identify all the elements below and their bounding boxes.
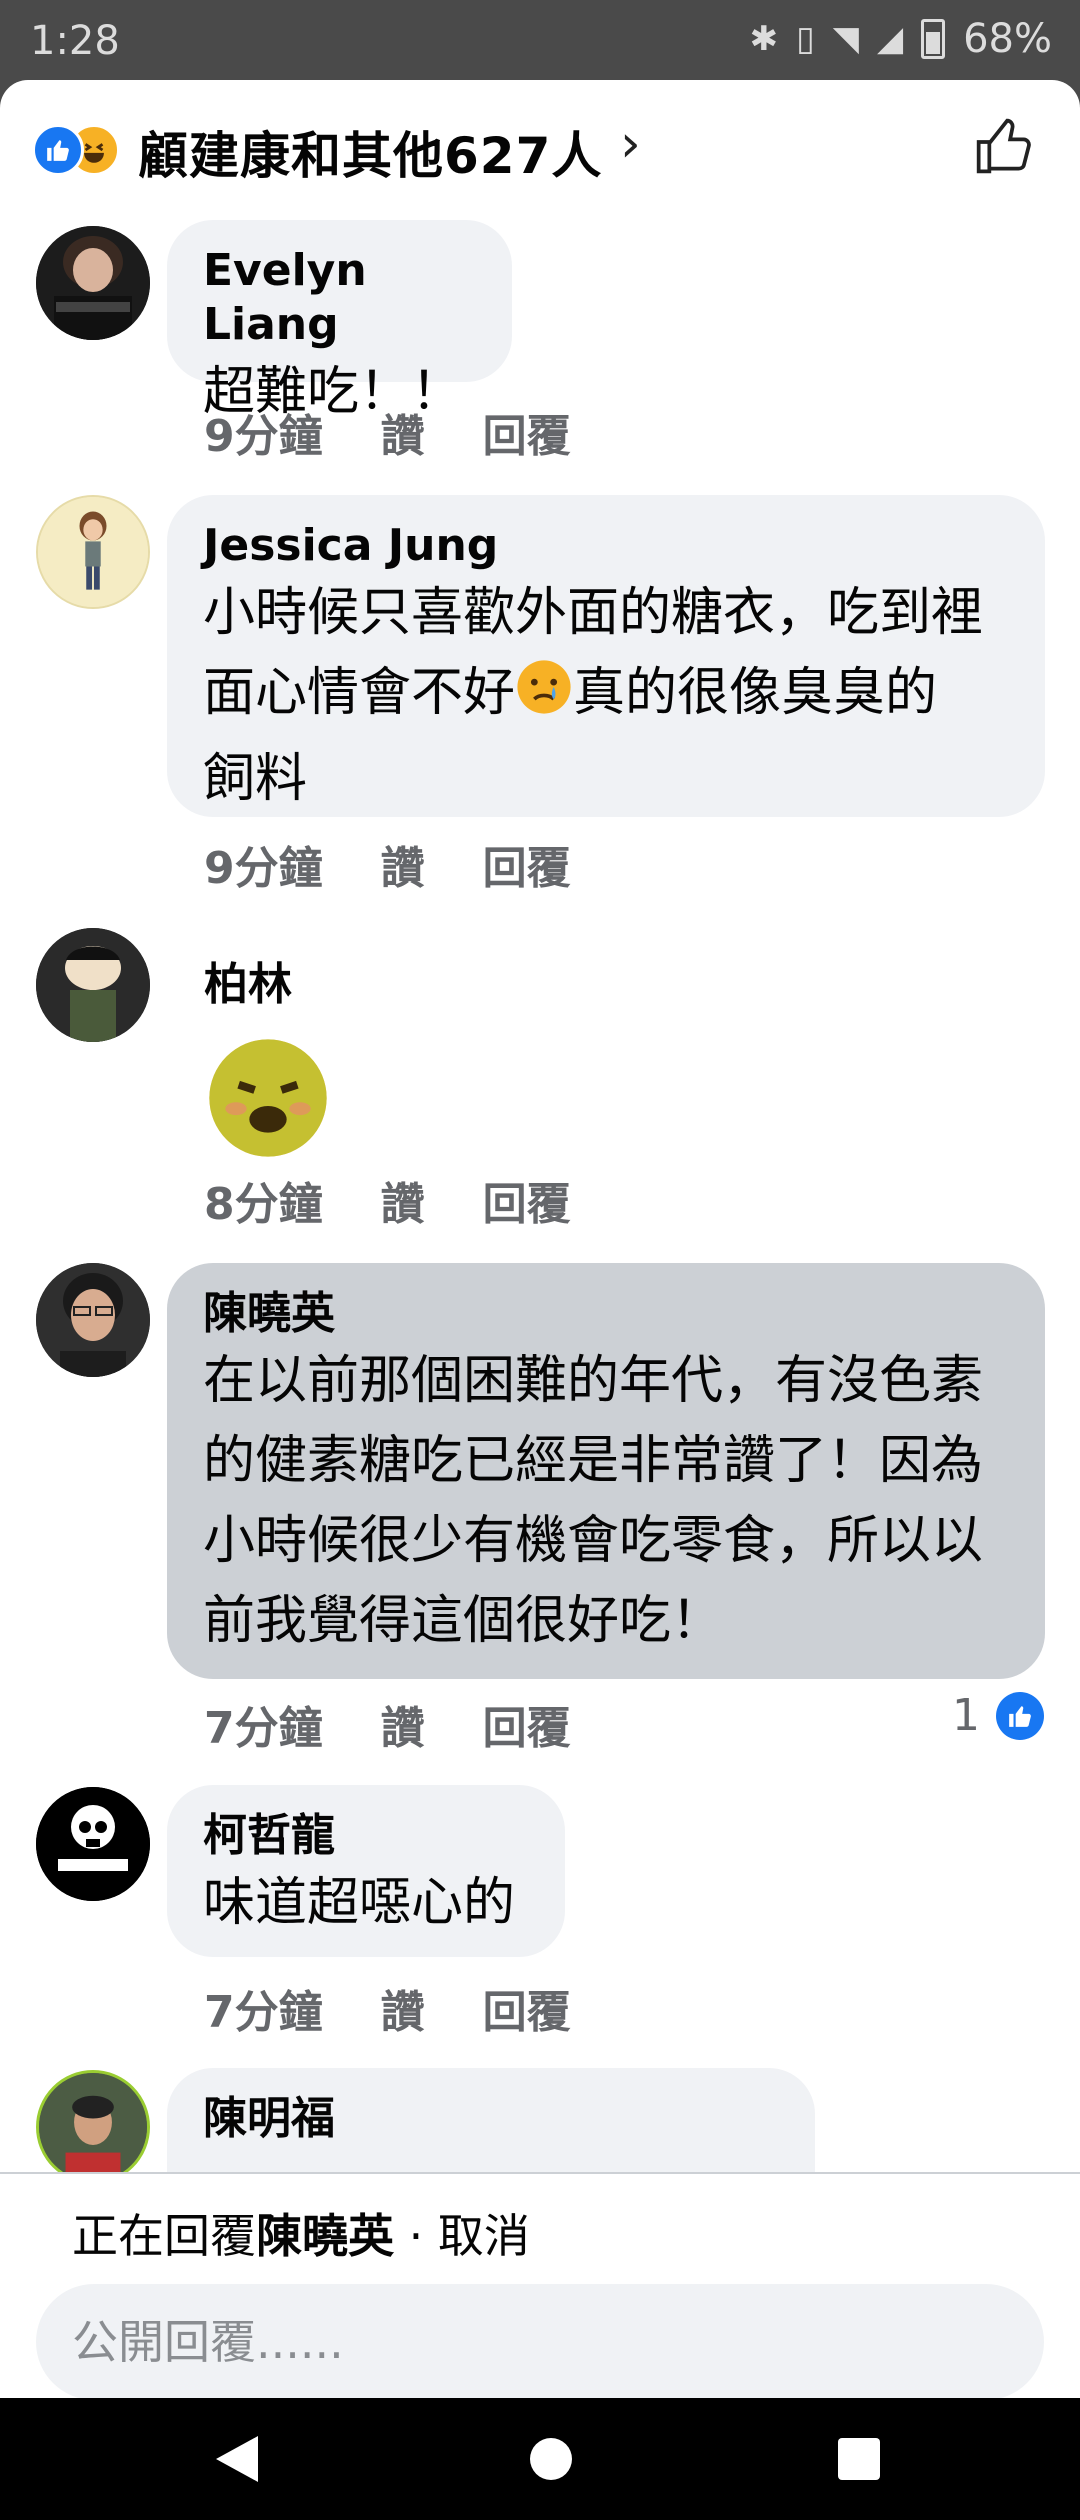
- avatar[interactable]: [36, 495, 150, 609]
- battery-icon: [921, 19, 946, 59]
- home-icon[interactable]: [530, 2438, 572, 2480]
- nauseated-face-emoji: [209, 1039, 327, 1157]
- comment-text-line: 前我覺得這個很好吃！: [203, 1591, 724, 1651]
- comment-text-fragment: 面心情會不好￼: [203, 663, 516, 723]
- comment-actions: 8分鐘 讚 回覆: [204, 1168, 571, 1232]
- comment-bubble[interactable]: 柯哲龍 味道超噁心的: [167, 1785, 565, 1957]
- like-button[interactable]: 讚: [381, 400, 425, 464]
- comment-author[interactable]: 陳曉英: [203, 1287, 1009, 1341]
- avatar[interactable]: [36, 1787, 150, 1901]
- comment-text-line: 小時候只喜歡外面的糖衣，吃到裡: [203, 583, 984, 643]
- comments-sheet: 顧建康和其他627人 › Evelyn Liang 超難吃！！ 9分鐘 讚 回覆…: [0, 80, 1080, 2398]
- comment-author[interactable]: 陳明福: [203, 2092, 779, 2146]
- comment-reaction-count[interactable]: 1: [952, 1690, 1044, 1741]
- reply-button[interactable]: 回覆: [483, 1976, 571, 2040]
- replying-name: 陳曉英: [256, 2209, 394, 2263]
- chevron-right-icon[interactable]: ›: [620, 114, 641, 174]
- avatar[interactable]: [36, 1263, 150, 1377]
- like-reaction-icon: [996, 1691, 1044, 1740]
- avatar[interactable]: [36, 928, 150, 1042]
- navigation-bar: [0, 2398, 1080, 2520]
- comment-author[interactable]: 柯哲龍: [203, 1809, 529, 1863]
- replying-prefix: 正在回覆: [72, 2209, 256, 2263]
- sad-face-emoji: [515, 658, 573, 739]
- reply-button[interactable]: 回覆: [483, 832, 571, 896]
- comment-author[interactable]: Jessica Jung: [203, 519, 1009, 573]
- comment-text: 味道超噁心的: [203, 1873, 516, 1933]
- comment-text-line: 飼料￼: [203, 749, 308, 809]
- cancel-reply-button[interactable]: 取消: [438, 2209, 530, 2263]
- comment-actions: 7分鐘 讚 回覆: [204, 1976, 571, 2040]
- comment-time: 8分鐘: [204, 1179, 323, 1230]
- reactions-summary[interactable]: 顧建康和其他627人: [138, 116, 602, 188]
- reply-button[interactable]: 回覆: [483, 1168, 571, 1232]
- reply-input[interactable]: [36, 2284, 1044, 2400]
- reply-composer: 正在回覆陳曉英 · 取消: [0, 2172, 1080, 2400]
- reactions-header[interactable]: 顧建康和其他627人 ›: [0, 80, 1080, 220]
- signal-icon: ◢: [876, 19, 904, 59]
- comment-time: 7分鐘: [204, 1987, 323, 2038]
- status-time: 1:28: [30, 18, 120, 64]
- avatar[interactable]: [36, 226, 150, 340]
- comment-bubble[interactable]: Evelyn Liang 超難吃！！: [167, 220, 512, 422]
- reaction-count: 1: [952, 1690, 980, 1741]
- comment-text-line: 面心情會不好￼ 真的很像臭臭的: [203, 653, 1009, 739]
- comment-actions: 9分鐘 讚 回覆: [204, 832, 571, 896]
- avatar[interactable]: [36, 2070, 150, 2184]
- vibrate-icon: ▯: [796, 19, 815, 59]
- like-button[interactable]: 讚: [381, 832, 425, 896]
- like-button[interactable]: 讚: [381, 1976, 425, 2040]
- separator: ·: [394, 2209, 438, 2263]
- back-icon[interactable]: [212, 2432, 262, 2486]
- thumbs-up-icon[interactable]: [972, 114, 1036, 178]
- comment-actions: 9分鐘 讚 回覆: [204, 400, 571, 464]
- like-reaction-icon: [32, 124, 84, 176]
- like-button[interactable]: 讚: [381, 1692, 425, 1756]
- comment-author[interactable]: Evelyn Liang: [203, 244, 476, 352]
- recents-icon[interactable]: [838, 2438, 880, 2480]
- comment-text-line: 的健素糖吃已經是非常讚了！因為: [203, 1431, 984, 1491]
- comment-text-line: 在以前那個困難的年代，有沒色素: [203, 1351, 984, 1411]
- comment-text-line: 小時候很少有機會吃零食，所以以: [203, 1511, 984, 1571]
- wifi-icon: ◥: [832, 19, 859, 59]
- comment-bubble[interactable]: Jessica Jung 小時候只喜歡外面的糖衣，吃到裡 面心情會不好￼ 真的很像…: [167, 495, 1045, 817]
- reply-button[interactable]: 回覆: [483, 1692, 571, 1756]
- comment-author[interactable]: 柏林: [204, 958, 292, 1012]
- bluetooth-icon: ✱: [749, 19, 779, 59]
- comment-actions: 7分鐘 讚 回覆: [204, 1692, 571, 1756]
- comment-time: 7分鐘: [204, 1703, 323, 1754]
- comment-time: 9分鐘: [204, 843, 323, 894]
- comment-bubble-selected[interactable]: 陳曉英 在以前那個困難的年代，有沒色素 的健素糖吃已經是非常讚了！因為 小時候很…: [167, 1263, 1045, 1679]
- status-bar: 1:28 ✱ ▯ ◥ ◢ 68%: [0, 0, 1080, 80]
- comment-text-fragment: 真的很像臭臭的: [573, 663, 938, 723]
- replying-to: 正在回覆陳曉英 · 取消: [72, 2200, 530, 2266]
- reply-button[interactable]: 回覆: [483, 400, 571, 464]
- battery-level: 68%: [963, 16, 1052, 62]
- comment-time: 9分鐘: [204, 411, 323, 462]
- reaction-icons: [32, 120, 128, 176]
- status-icons: ✱ ▯ ◥ ◢ 68%: [750, 16, 1052, 62]
- like-button[interactable]: 讚: [381, 1168, 425, 1232]
